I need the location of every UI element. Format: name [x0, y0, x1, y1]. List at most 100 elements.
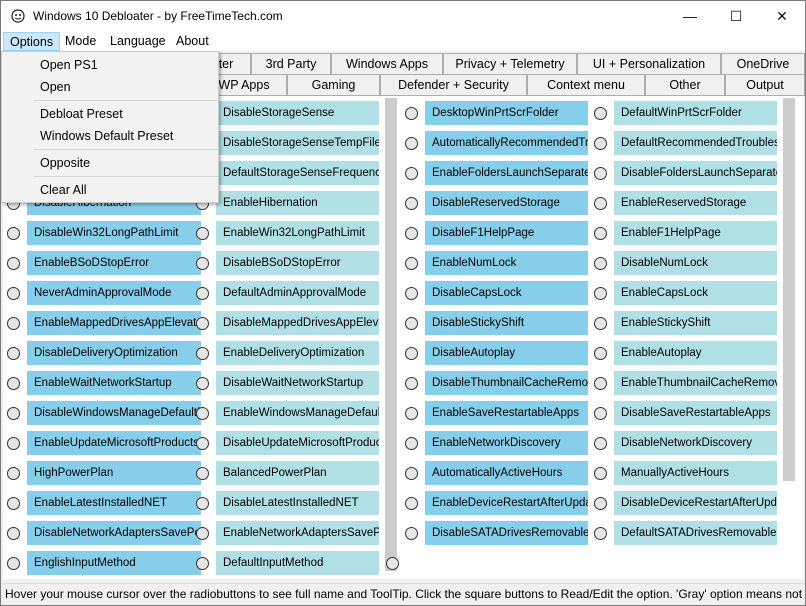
- option-radio[interactable]: [405, 106, 418, 120]
- menu-about[interactable]: About: [170, 32, 215, 51]
- menu-language[interactable]: Language: [104, 32, 172, 51]
- tab-ui-personalization[interactable]: UI + Personalization: [577, 53, 721, 75]
- menu-clear-all[interactable]: Clear All: [2, 179, 218, 201]
- option-radio[interactable]: [7, 286, 20, 300]
- option-radio[interactable]: [405, 436, 418, 450]
- option-radio[interactable]: [7, 406, 20, 420]
- option-radio[interactable]: [594, 346, 607, 360]
- option-label[interactable]: DisableNumLock: [614, 251, 777, 275]
- option-radio[interactable]: [196, 316, 209, 330]
- tab-context-menu[interactable]: Context menu: [527, 74, 645, 96]
- option-radio[interactable]: [196, 376, 209, 390]
- option-label[interactable]: DisableCapsLock: [425, 281, 588, 305]
- option-radio[interactable]: [594, 406, 607, 420]
- option-label[interactable]: ManuallyActiveHours: [614, 461, 777, 485]
- option-label[interactable]: DisableReservedStorage: [425, 191, 588, 215]
- option-radio[interactable]: [594, 496, 607, 510]
- option-label[interactable]: DefaultStorageSenseFrequency: [216, 161, 379, 185]
- option-radio[interactable]: [386, 556, 399, 570]
- option-label[interactable]: EnableUpdateMicrosoftProducts: [27, 431, 201, 455]
- option-radio[interactable]: [7, 556, 20, 570]
- option-radio[interactable]: [594, 526, 607, 540]
- option-label[interactable]: AutomaticallyActiveHours: [425, 461, 588, 485]
- option-label[interactable]: DisableFoldersLaunchSeparateProcess: [614, 161, 777, 185]
- option-label[interactable]: EnableFoldersLaunchSeparateProcess: [425, 161, 588, 185]
- tab-3rd-party[interactable]: 3rd Party: [251, 53, 331, 75]
- tab-gaming[interactable]: Gaming: [287, 74, 380, 96]
- option-radio[interactable]: [7, 346, 20, 360]
- option-label[interactable]: DisableStorageSenseTempFiles: [216, 131, 379, 155]
- tab-privacy-telemetry[interactable]: Privacy + Telemetry: [443, 53, 577, 75]
- option-label[interactable]: DisableSATADrivesRemovableMedia: [425, 521, 588, 545]
- option-label[interactable]: EnableCapsLock: [614, 281, 777, 305]
- option-label[interactable]: EnableReservedStorage: [614, 191, 777, 215]
- option-radio[interactable]: [196, 436, 209, 450]
- option-label[interactable]: DisableSaveRestartableApps: [614, 401, 777, 425]
- option-radio[interactable]: [7, 376, 20, 390]
- option-label[interactable]: EnableNetworkAdaptersSavePower: [216, 521, 379, 545]
- option-label[interactable]: HighPowerPlan: [27, 461, 201, 485]
- option-radio[interactable]: [405, 256, 418, 270]
- option-label[interactable]: DefaultSATADrivesRemovableMedia: [614, 521, 777, 545]
- option-radio[interactable]: [594, 256, 607, 270]
- menu-options[interactable]: Options: [3, 32, 61, 51]
- option-label[interactable]: EnableNetworkDiscovery: [425, 431, 588, 455]
- option-radio[interactable]: [196, 346, 209, 360]
- option-radio[interactable]: [196, 286, 209, 300]
- option-radio[interactable]: [7, 526, 20, 540]
- option-label[interactable]: DisableMappedDrivesAppElevatedAccess: [216, 311, 379, 335]
- option-label[interactable]: EnableStickyShift: [614, 311, 777, 335]
- option-radio[interactable]: [594, 226, 607, 240]
- option-label[interactable]: EnableLatestInstalledNET: [27, 491, 201, 515]
- option-radio[interactable]: [7, 436, 20, 450]
- option-radio[interactable]: [7, 496, 20, 510]
- option-radio[interactable]: [594, 106, 607, 120]
- option-label[interactable]: DisableBSoDStopError: [216, 251, 379, 275]
- option-radio[interactable]: [405, 526, 418, 540]
- option-label[interactable]: EnableDeliveryOptimization: [216, 341, 379, 365]
- option-radio[interactable]: [405, 316, 418, 330]
- option-radio[interactable]: [7, 316, 20, 330]
- option-label[interactable]: EnableDeviceRestartAfterUpdate: [425, 491, 588, 515]
- option-radio[interactable]: [196, 226, 209, 240]
- option-radio[interactable]: [594, 376, 607, 390]
- menu-windows-default-preset[interactable]: Windows Default Preset: [2, 125, 218, 147]
- option-label[interactable]: EnableF1HelpPage: [614, 221, 777, 245]
- option-label[interactable]: EnableAutoplay: [614, 341, 777, 365]
- option-label[interactable]: DisableUpdateMicrosoftProducts: [216, 431, 379, 455]
- option-radio[interactable]: [594, 136, 607, 150]
- tab-defender-security[interactable]: Defender + Security: [380, 74, 527, 96]
- option-radio[interactable]: [7, 256, 20, 270]
- option-radio[interactable]: [405, 466, 418, 480]
- option-label[interactable]: DisableNetworkAdaptersSavePower: [27, 521, 201, 545]
- option-label[interactable]: BalancedPowerPlan: [216, 461, 379, 485]
- option-label[interactable]: EnableHibernation: [216, 191, 379, 215]
- option-label[interactable]: DefaultAdminApprovalMode: [216, 281, 379, 305]
- option-radio[interactable]: [196, 256, 209, 270]
- option-radio[interactable]: [7, 466, 20, 480]
- menu-mode[interactable]: Mode: [59, 32, 102, 51]
- tab-onedrive[interactable]: OneDrive: [721, 53, 805, 75]
- option-radio[interactable]: [405, 226, 418, 240]
- menu-open-ps1[interactable]: Open PS1: [2, 54, 218, 76]
- option-label[interactable]: EnableNumLock: [425, 251, 588, 275]
- option-label[interactable]: DisableDeviceRestartAfterUpdate: [614, 491, 777, 515]
- menu-debloat-preset[interactable]: Debloat Preset: [2, 103, 218, 125]
- option-radio[interactable]: [405, 346, 418, 360]
- option-label[interactable]: EnableWaitNetworkStartup: [27, 371, 201, 395]
- tab-output[interactable]: Output: [725, 74, 805, 96]
- option-radio[interactable]: [405, 166, 418, 180]
- menu-opposite[interactable]: Opposite: [2, 152, 218, 174]
- option-radio[interactable]: [594, 316, 607, 330]
- menu-open[interactable]: Open: [2, 76, 218, 98]
- option-radio[interactable]: [405, 286, 418, 300]
- option-label[interactable]: DisableWaitNetworkStartup: [216, 371, 379, 395]
- option-label[interactable]: NeverAdminApprovalMode: [27, 281, 201, 305]
- option-radio[interactable]: [405, 406, 418, 420]
- option-radio[interactable]: [196, 556, 209, 570]
- minimize-button[interactable]: —: [667, 1, 713, 31]
- option-radio[interactable]: [594, 196, 607, 210]
- option-label[interactable]: DisableAutoplay: [425, 341, 588, 365]
- option-label[interactable]: EnableSaveRestartableApps: [425, 401, 588, 425]
- option-label[interactable]: DefaultWinPrtScrFolder: [614, 101, 777, 125]
